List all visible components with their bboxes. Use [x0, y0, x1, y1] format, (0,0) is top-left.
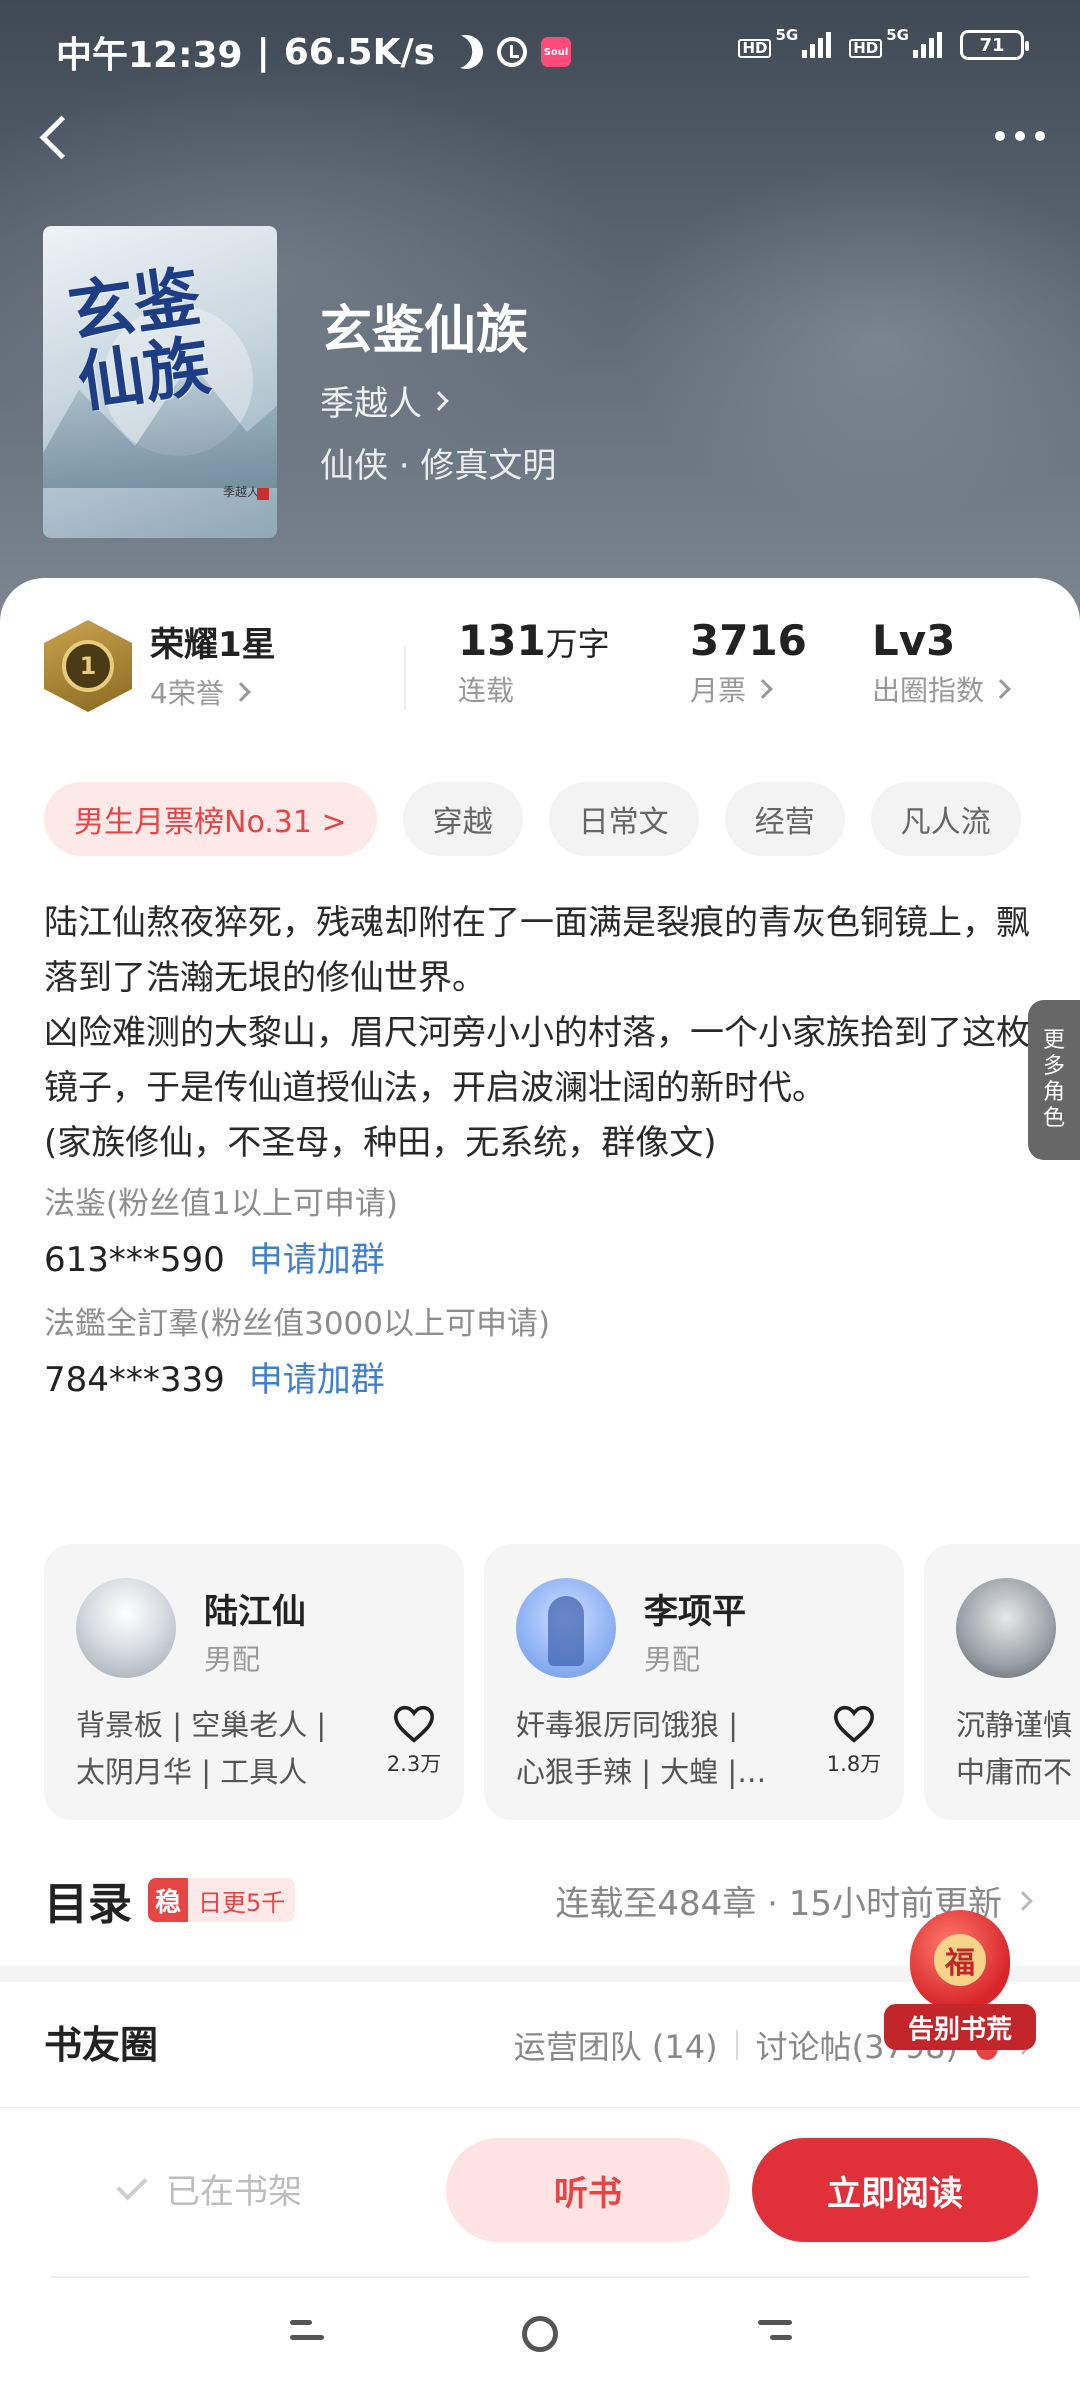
ops-team-count[interactable]: 运营团队 (14): [514, 2022, 718, 2068]
divider: [50, 2276, 1030, 2278]
on-shelf-label: 已在书架: [166, 2172, 302, 2212]
word-count-stat: 131万字 连载: [458, 616, 610, 707]
character-tags: 沉静谨慎: [956, 1708, 1073, 1742]
back-button[interactable]: [24, 106, 84, 166]
signal-icon-2: HD 5G: [849, 26, 942, 58]
fortune-bag-button[interactable]: 告别书荒: [880, 1904, 1040, 2064]
character-name: 李项平: [644, 1592, 746, 1632]
book-synopsis[interactable]: 陆江仙熬夜猝死，残魂却附在了一面满是裂痕的青灰色铜镜上，飘落到了浩瀚无垠的修仙世…: [44, 896, 1044, 1411]
honor-title: 荣耀1星: [150, 624, 276, 665]
seal-icon: [257, 488, 269, 500]
update-frequency: 日更5千: [198, 1888, 286, 1917]
chevron-right-icon: [429, 390, 449, 411]
alarm-icon: [497, 37, 528, 67]
character-tags: 背景板 | 空巢老人 |: [76, 1708, 327, 1742]
book-cover[interactable]: 玄鉴仙族 季越人: [43, 226, 277, 538]
reader-circle-title: 书友圈: [44, 2023, 159, 2067]
honor-block[interactable]: 1 荣耀1星 4荣誉: [44, 616, 276, 712]
status-time: 中午12:39: [56, 35, 243, 76]
listen-button[interactable]: 听书: [446, 2138, 730, 2242]
join-group-link[interactable]: 申请加群: [249, 1229, 385, 1291]
status-speed: 66.5K/s: [283, 31, 436, 73]
like-count: 1.8万: [826, 1752, 882, 1776]
back-nav-icon[interactable]: [758, 2320, 792, 2350]
chevron-right-icon: [230, 681, 251, 702]
tag-item[interactable]: 穿越: [402, 782, 523, 856]
tag-item[interactable]: 凡人流: [870, 782, 1021, 856]
popularity-level-stat[interactable]: Lv3 出圈指数: [872, 616, 1011, 709]
character-card[interactable]: 沉静谨慎 中庸而不: [924, 1544, 1080, 1820]
heart-icon: [393, 1705, 435, 1743]
signal-icon: HD 5G: [738, 26, 832, 58]
tag-list: 男生月票榜No.31 > 穿越 日常文 经营 凡人流: [44, 782, 1021, 856]
join-group-link[interactable]: 申请加群: [249, 1349, 385, 1411]
on-shelf-button[interactable]: 已在书架: [116, 2164, 302, 2213]
divider: [404, 646, 406, 710]
character-role: 男配: [644, 1643, 701, 1676]
character-tags: 奸毒狠厉同饿狼 |: [516, 1708, 738, 1742]
cover-author: 季越人: [222, 485, 259, 499]
fortune-label: 告别书荒: [884, 2004, 1036, 2050]
fan-group-number: 613***590: [44, 1240, 225, 1280]
synopsis-line: 凶险难测的大黎山，眉尺河旁小小的村落，一个小家族拾到了这枚镜子，于是传仙道授仙法…: [44, 1013, 1030, 1108]
fortune-bag-icon: [910, 1910, 1010, 2010]
system-navigation-bar: [0, 2310, 1080, 2370]
character-tags: 中庸而不: [956, 1755, 1073, 1789]
soul-app-icon: Soul: [541, 37, 572, 67]
like-button[interactable]: 1.8万: [814, 1704, 894, 1778]
update-badge: 稳 日更5千: [148, 1878, 296, 1922]
book-title: 玄鉴仙族: [320, 301, 529, 361]
fan-group-label: 法鑑全訂羣(粉丝值3000以上可申请): [44, 1306, 551, 1342]
cover-title-art: 玄鉴仙族: [63, 256, 215, 422]
character-name: 陆江仙: [204, 1592, 306, 1632]
chevron-right-icon: [991, 679, 1011, 699]
toc-title: 目录: [44, 1879, 132, 1930]
character-card[interactable]: 李项平 男配 奸毒狠厉同饿狼 | 心狠手辣 | 大蝗 |… 1.8万: [484, 1544, 904, 1820]
read-now-button[interactable]: 立即阅读: [752, 2138, 1038, 2242]
honor-medal-icon: 1: [44, 616, 132, 712]
character-role: 男配: [204, 1643, 261, 1676]
book-genre: 仙侠 · 修真文明: [320, 446, 557, 486]
moon-icon: [444, 30, 488, 74]
character-card[interactable]: 陆江仙 男配 背景板 | 空巢老人 | 太阴月华 | 工具人 2.3万: [44, 1544, 464, 1820]
character-carousel: 陆江仙 男配 背景板 | 空巢老人 | 太阴月华 | 工具人 2.3万 李项平 …: [44, 1544, 1080, 1820]
stats-row: 1 荣耀1星 4荣誉 131万字 连载 3716 月票 Lv3 出圈指数: [0, 616, 1080, 736]
home-icon[interactable]: [522, 2316, 558, 2352]
status-bar: 中午12:39 | 66.5K/s Soul HD 5G HD 5G 71: [0, 0, 1080, 96]
more-characters-button[interactable]: 更多角色: [1028, 1000, 1080, 1160]
divider: [735, 2030, 738, 2060]
bottom-action-bar: 已在书架 听书 立即阅读: [0, 2108, 1080, 2400]
heart-icon: [833, 1705, 875, 1743]
recent-apps-icon[interactable]: [290, 2320, 324, 2350]
author-link[interactable]: 季越人: [320, 376, 449, 425]
battery-icon: 71: [960, 30, 1029, 60]
fan-group-label: 法鉴(粉丝值1以上可申请): [44, 1186, 398, 1222]
fan-group-number: 784***339: [44, 1360, 225, 1400]
like-count: 2.3万: [386, 1752, 442, 1776]
book-detail-sheet: 1 荣耀1星 4荣誉 131万字 连载 3716 月票 Lv3 出圈指数 男生月…: [0, 578, 1080, 2108]
character-avatar: [76, 1578, 176, 1678]
tag-item[interactable]: 经营: [724, 782, 845, 856]
tag-item[interactable]: 日常文: [548, 782, 699, 856]
like-button[interactable]: 2.3万: [374, 1704, 454, 1778]
character-avatar: [516, 1578, 616, 1678]
character-tags: 心狠手辣 | 大蝗 |…: [516, 1755, 767, 1789]
book-header: 中午12:39 | 66.5K/s Soul HD 5G HD 5G 71 玄鉴仙族…: [0, 0, 1080, 640]
character-tags: 太阴月华 | 工具人: [76, 1755, 308, 1789]
check-icon: [116, 2168, 148, 2201]
more-options-button[interactable]: [990, 116, 1050, 156]
synopsis-line: 陆江仙熬夜猝死，残魂却附在了一面满是裂痕的青灰色铜镜上，飘落到了浩瀚无垠的修仙世…: [44, 903, 1030, 998]
honor-count: 4荣誉: [150, 676, 224, 710]
tag-rank[interactable]: 男生月票榜No.31 >: [44, 782, 377, 856]
synopsis-line: (家族修仙，不圣母，种田，无系统，群像文): [44, 1123, 717, 1163]
chevron-right-icon: [753, 679, 773, 699]
stable-icon: 稳: [148, 1878, 188, 1922]
author-name: 季越人: [320, 384, 422, 424]
character-avatar: [956, 1578, 1056, 1678]
monthly-votes-stat[interactable]: 3716 月票: [690, 616, 807, 709]
